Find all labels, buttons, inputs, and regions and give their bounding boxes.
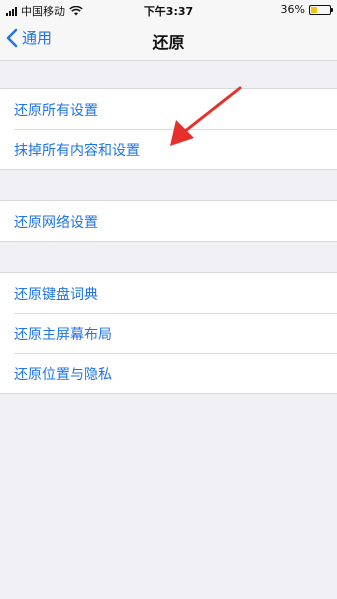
battery-icon bbox=[309, 4, 333, 15]
page-title: 还原 bbox=[152, 33, 185, 52]
reset-network-settings-cell[interactable]: 还原网络设置 bbox=[0, 201, 337, 241]
red-arrow-icon bbox=[170, 86, 242, 146]
navigation-bar: 通用 还原 bbox=[0, 20, 337, 60]
status-bar: 中国移动 下午3:37 36% bbox=[0, 0, 337, 20]
top-bar: 中国移动 下午3:37 36% 通用 还原 bbox=[0, 0, 337, 61]
reset-settings-screen: 中国移动 下午3:37 36% 通用 还原 还原所有设置 抹掉所有内容和设置 还… bbox=[0, 0, 337, 599]
reset-group-3: 还原键盘词典 还原主屏幕布局 还原位置与隐私 bbox=[0, 272, 337, 394]
cell-label: 还原位置与隐私 bbox=[14, 367, 112, 383]
cell-label: 还原网络设置 bbox=[14, 215, 98, 231]
reset-home-screen-layout-cell[interactable]: 还原主屏幕布局 bbox=[0, 313, 337, 353]
cell-label: 还原键盘词典 bbox=[14, 287, 98, 303]
cell-label: 抹掉所有内容和设置 bbox=[14, 143, 140, 159]
cell-label: 还原主屏幕布局 bbox=[14, 327, 112, 343]
reset-keyboard-dictionary-cell[interactable]: 还原键盘词典 bbox=[0, 273, 337, 313]
reset-location-privacy-cell[interactable]: 还原位置与隐私 bbox=[0, 353, 337, 393]
status-right: 36% bbox=[280, 3, 333, 16]
cell-label: 还原所有设置 bbox=[14, 103, 98, 119]
battery-percent: 36% bbox=[280, 3, 305, 16]
battery-fill bbox=[311, 6, 318, 13]
reset-group-2: 还原网络设置 bbox=[0, 200, 337, 242]
